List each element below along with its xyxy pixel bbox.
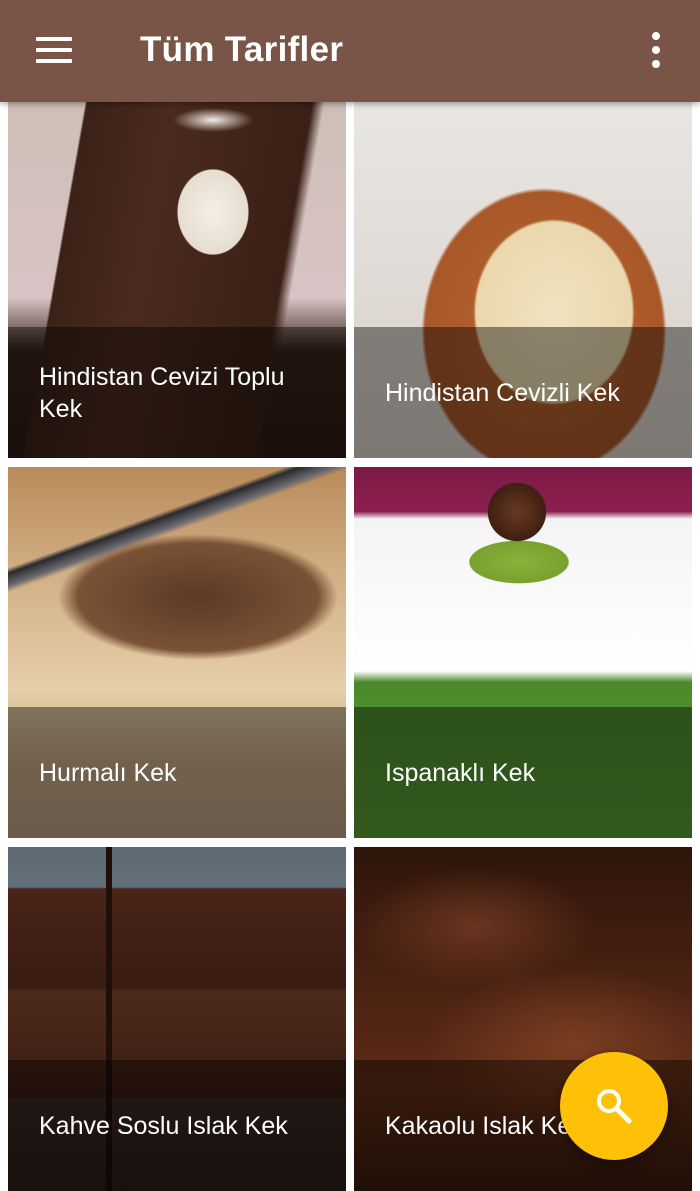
page-title: Tüm Tarifler [140, 30, 344, 69]
recipe-card[interactable]: Hindistan Cevizi Toplu Kek [8, 102, 346, 458]
recipe-title: Ispanaklı Kek [385, 758, 536, 787]
recipe-title: Hindistan Cevizi Toplu Kek [39, 362, 285, 423]
recipe-card[interactable]: Ispanaklı Kek [354, 467, 692, 838]
recipe-grid: Hindistan Cevizi Toplu Kek Hindistan Cev… [0, 102, 700, 1191]
recipe-card[interactable]: Hindistan Cevizli Kek [354, 102, 692, 458]
search-icon [597, 1089, 632, 1124]
recipe-title: Hurmalı Kek [39, 758, 177, 787]
recipe-card[interactable]: Hurmalı Kek [8, 467, 346, 838]
recipe-title: Kahve Soslu Islak Kek [39, 1111, 288, 1140]
app-bar: Tüm Tarifler [0, 0, 700, 102]
recipe-card[interactable]: Kahve Soslu Islak Kek [8, 847, 346, 1191]
search-button[interactable] [560, 1052, 668, 1160]
menu-icon [36, 37, 72, 41]
menu-button[interactable] [22, 26, 86, 74]
recipe-title: Hindistan Cevizli Kek [385, 378, 620, 407]
more-vert-icon [652, 32, 660, 40]
overflow-menu-button[interactable] [632, 24, 680, 76]
